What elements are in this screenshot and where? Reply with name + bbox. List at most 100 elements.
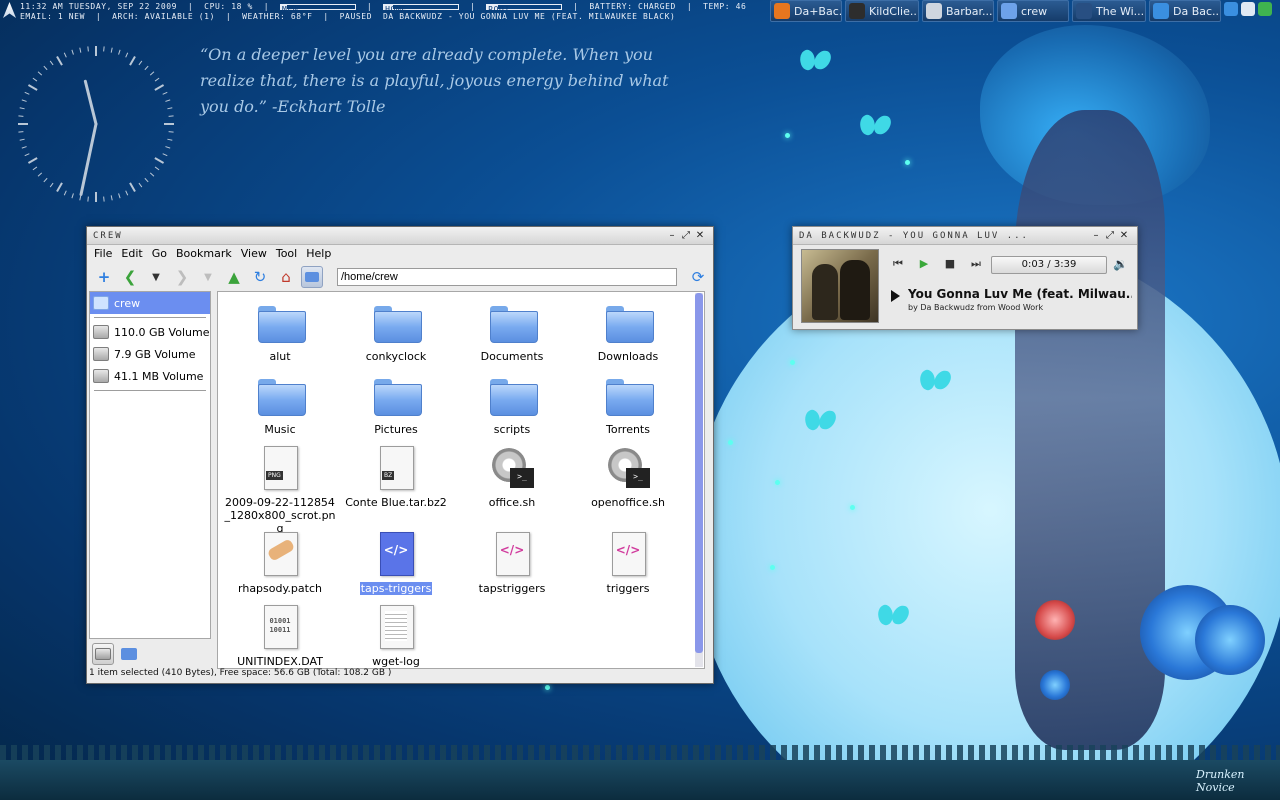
conky-temp: TEMP: 46	[703, 2, 747, 11]
network-tray-icon[interactable]	[1241, 2, 1255, 16]
folder-item[interactable]: Documents	[454, 298, 570, 363]
menu-go[interactable]: Go	[149, 247, 173, 260]
close-button[interactable]: ✕	[693, 230, 707, 241]
file-item[interactable]: rhapsody.patch	[222, 530, 338, 595]
desktop-quote: “On a deeper level you are already compl…	[200, 45, 669, 116]
folder-item[interactable]: alut	[222, 298, 338, 363]
clock-tick	[32, 77, 38, 82]
taskbar-item[interactable]: crew	[997, 0, 1069, 22]
side-pane-tabs	[89, 641, 211, 667]
back-history-chevron-icon[interactable]: ▼	[145, 266, 167, 288]
menu-view[interactable]: View	[238, 247, 273, 260]
file-item[interactable]: wget-log	[338, 603, 454, 668]
play-icon[interactable]: ▶	[913, 257, 935, 273]
scrollbar-thumb[interactable]	[695, 293, 703, 653]
minimize-button[interactable]: –	[665, 230, 679, 241]
minimize-button[interactable]: –	[1089, 230, 1103, 241]
up-arrow-icon[interactable]: ▲	[223, 266, 245, 288]
clock-tick	[144, 65, 149, 71]
side-pane-divider	[94, 390, 206, 391]
file-item[interactable]: </> tapstriggers	[454, 530, 570, 595]
taskbar-item-label: crew	[1021, 4, 1048, 18]
artist-signature: Drunken Novice	[1196, 768, 1245, 794]
vertical-scrollbar[interactable]	[695, 293, 703, 667]
file-item[interactable]: PNG 2009-09-22-112854_1280x800_scrot.png	[222, 444, 338, 535]
menu-file[interactable]: File	[91, 247, 118, 260]
go-icon[interactable]: ⟳	[687, 266, 709, 288]
taskbar-item[interactable]: KildClie...	[845, 0, 919, 22]
clock-tick	[167, 107, 173, 110]
taskbar-item[interactable]: Da Bac...	[1149, 0, 1221, 22]
location-bar[interactable]	[337, 268, 677, 286]
folder-item[interactable]: Pictures	[338, 371, 454, 436]
maximize-button[interactable]: ⤢	[679, 230, 693, 241]
file-item[interactable]: </> triggers	[570, 530, 686, 595]
folder-icon	[604, 371, 654, 419]
taskbar-item[interactable]: Barbar...	[922, 0, 994, 22]
clock-tick	[37, 172, 43, 177]
devices-tab-drive-icon[interactable]	[92, 643, 114, 665]
side-item-label: 41.1 MB Volume	[114, 369, 204, 383]
reload-icon[interactable]: ↻	[249, 266, 271, 288]
new-tab-plus-icon[interactable]: +	[93, 266, 115, 288]
taskbar-item[interactable]: Da+Bac...	[770, 0, 842, 22]
side-item-home[interactable]: crew	[90, 292, 210, 314]
conky-datetime: 11:32 AM TUESDAY, SEP 22 2009	[20, 2, 178, 11]
music-tray-icon[interactable]	[1224, 2, 1238, 16]
conky-cpu-label: CPU:	[204, 2, 226, 11]
side-item-volume[interactable]: 41.1 MB Volume	[90, 365, 210, 387]
player-titlebar[interactable]: DA BACKWUDZ - YOU GONNA LUV ... – ⤢ ✕	[793, 227, 1137, 245]
folder-item[interactable]: Downloads	[570, 298, 686, 363]
time-display[interactable]: 0:03 / 3:39	[991, 256, 1107, 274]
update-tray-icon[interactable]	[1258, 2, 1272, 16]
folder-item[interactable]: Torrents	[570, 371, 686, 436]
file-item[interactable]: >_ openoffice.sh	[570, 444, 686, 509]
folder-item[interactable]: scripts	[454, 371, 570, 436]
wallpaper-character	[1015, 110, 1165, 750]
folder-item[interactable]: conkyclock	[338, 298, 454, 363]
folder-icon	[372, 298, 422, 346]
taskbar-item[interactable]: The Wi...	[1072, 0, 1146, 22]
menu-bookmark[interactable]: Bookmark	[173, 247, 238, 260]
stop-icon[interactable]: ■	[939, 257, 961, 273]
forward-history-chevron-icon[interactable]: ▼	[197, 266, 219, 288]
side-item-volume[interactable]: 110.0 GB Volume	[90, 321, 210, 343]
clock-tick	[43, 177, 48, 183]
clock-tick	[138, 182, 143, 188]
clock-tick	[63, 52, 67, 58]
clock-tick	[118, 49, 121, 55]
file-manager-titlebar[interactable]: CREW – ⤢ ✕	[87, 227, 713, 245]
wallpaper-flower	[1040, 670, 1070, 700]
now-playing-arrow-icon	[891, 290, 900, 302]
file-item[interactable]: BZ Conte Blue.tar.bz2	[338, 444, 454, 509]
menu-help[interactable]: Help	[303, 247, 337, 260]
previous-track-icon[interactable]: ⏮	[887, 257, 909, 273]
clock-tick	[71, 49, 74, 55]
file-item[interactable]: 01001 10011 UNITINDEX.DAT	[222, 603, 338, 668]
forward-arrow-icon[interactable]: ❯	[171, 266, 193, 288]
places-view-icon[interactable]	[301, 266, 323, 288]
home-icon[interactable]: ⌂	[275, 266, 297, 288]
taskbar-item-label: The Wi...	[1096, 4, 1145, 18]
back-arrow-icon[interactable]: ❮	[119, 266, 141, 288]
clock-tick	[129, 182, 136, 193]
file-item[interactable]: >_ office.sh	[454, 444, 570, 509]
clock-tick	[125, 190, 129, 196]
close-button[interactable]: ✕	[1117, 230, 1131, 241]
menu-edit[interactable]: Edit	[118, 247, 148, 260]
file-item[interactable]: </> taps-triggers	[338, 530, 454, 595]
folder-item[interactable]: Music	[222, 371, 338, 436]
conky-mem-bar: MEM	[280, 3, 357, 14]
archive-file-icon: BZ	[372, 444, 420, 492]
code-glyph: </>	[383, 543, 409, 557]
taskbar: Da+Bac... KildClie... Barbar... crew The Wi.…	[770, 0, 1221, 22]
bookmarks-tab-folder-icon[interactable]	[118, 643, 140, 665]
volume-icon[interactable]: 🔉	[1113, 257, 1128, 271]
next-track-icon[interactable]: ⏭	[965, 257, 987, 273]
menu-tool[interactable]: Tool	[273, 247, 303, 260]
clock-tick	[168, 131, 174, 133]
maximize-button[interactable]: ⤢	[1103, 230, 1117, 241]
side-item-volume[interactable]: 7.9 GB Volume	[90, 343, 210, 365]
wallpaper-flower	[1035, 600, 1075, 640]
menubar: File Edit Go Bookmark View Tool Help	[87, 245, 713, 262]
